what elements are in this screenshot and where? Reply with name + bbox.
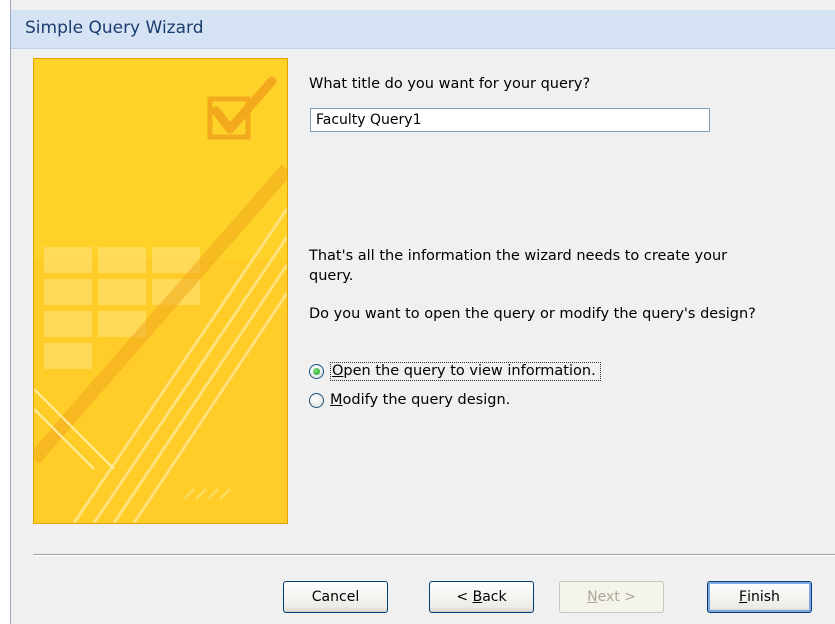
design-question: Do you want to open the query or modify … [309, 306, 756, 322]
window-title: Simple Query Wizard [25, 18, 204, 38]
title-prompt: What title do you want for your query? [309, 76, 591, 92]
wizard-window: Simple Query Wizard What title do you wa… [10, 0, 835, 624]
title-bar[interactable]: Simple Query Wizard [11, 10, 835, 49]
radio-open-query-label[interactable]: Open the query to view information. [330, 361, 601, 381]
wizard-illustration [33, 58, 288, 524]
finish-button[interactable]: Finish [707, 581, 812, 613]
radio-modify-design-label[interactable]: Modify the query design. [330, 392, 510, 408]
radio-button-selected[interactable] [309, 363, 324, 379]
info-text-line1: That's all the information the wizard ne… [309, 248, 728, 264]
next-button[interactable]: Next > [559, 581, 664, 613]
radio-button[interactable] [309, 392, 324, 408]
info-text-line2: query. [309, 268, 354, 284]
radio-modify-design[interactable]: Modify the query design. [309, 388, 510, 412]
query-title-input[interactable] [310, 108, 710, 132]
cancel-button[interactable]: Cancel [283, 581, 388, 613]
back-button[interactable]: < Back [429, 581, 534, 613]
button-separator [33, 554, 835, 556]
illustration-graphic [34, 59, 287, 523]
radio-open-query[interactable]: Open the query to view information. [309, 359, 601, 383]
